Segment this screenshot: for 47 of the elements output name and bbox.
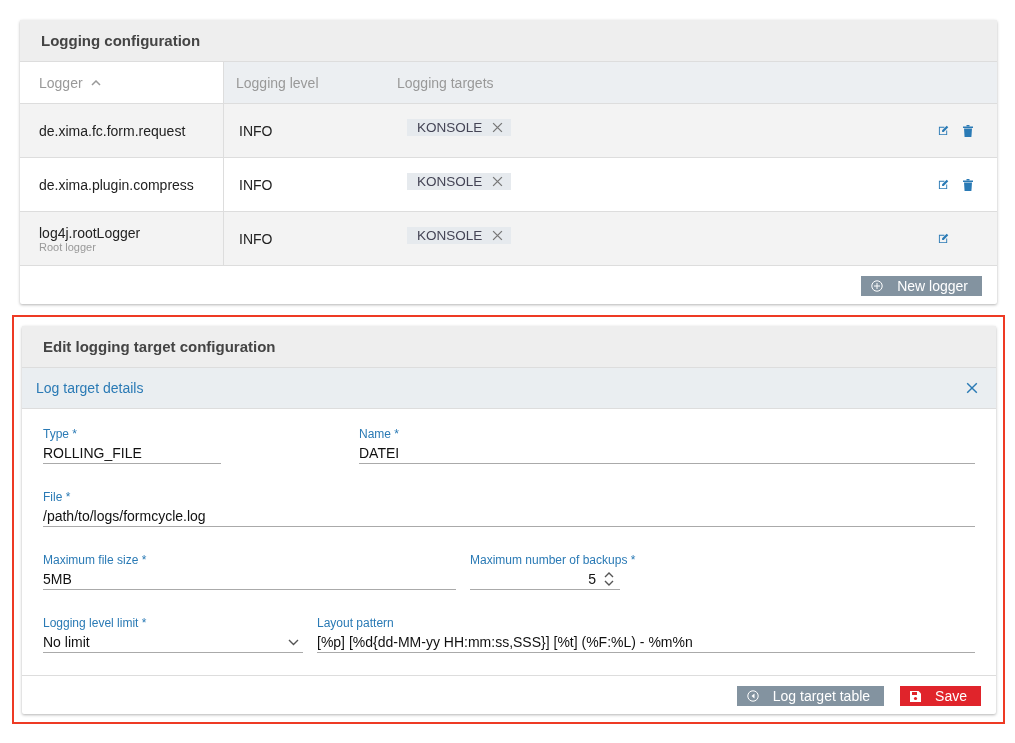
target-chip: KONSOLE <box>407 119 512 136</box>
logging-level: INFO <box>238 176 274 193</box>
field-label: Type * <box>43 427 78 441</box>
plus-circle-icon <box>871 280 884 292</box>
delete-button[interactable] <box>963 124 973 137</box>
remove-icon <box>492 230 504 241</box>
logging-level: INFO <box>238 230 274 247</box>
edit-icon <box>938 178 949 190</box>
remove-icon <box>492 122 504 133</box>
select-field[interactable]: No limit <box>43 632 303 653</box>
edit-button[interactable] <box>938 233 949 244</box>
input-field[interactable]: /path/to/logs/formcycle.log <box>43 506 975 527</box>
delete-button[interactable] <box>963 178 973 191</box>
back-circle-icon <box>746 690 759 702</box>
edit-button[interactable] <box>938 178 949 191</box>
remove-icon <box>492 176 504 187</box>
section-title: Log target details <box>36 380 144 396</box>
target-chip: KONSOLE <box>407 227 512 244</box>
spinner-icon[interactable] <box>604 571 614 587</box>
input-field[interactable]: DATEI <box>359 443 975 464</box>
input-field[interactable]: 5MB <box>43 569 456 590</box>
close-button[interactable] <box>966 382 978 394</box>
field-label: File * <box>43 490 71 504</box>
input-field[interactable]: 5 <box>470 569 620 590</box>
panel-title: Logging configuration <box>20 20 997 62</box>
save-button[interactable]: Save <box>900 686 981 706</box>
trash-icon <box>963 178 973 191</box>
logger-name: de.xima.fc.form.request <box>39 122 187 139</box>
field-label: Maximum file size * <box>43 553 147 567</box>
field-label: Maximum number of backups * <box>470 553 636 567</box>
chevron-down-icon <box>288 638 299 646</box>
panel-title: Edit logging target configuration <box>22 326 996 368</box>
input-field[interactable]: [%p] [%d{dd-MM-yy HH:mm:ss,SSS}] [%t] (%F:%L) - %m%n <box>317 632 975 653</box>
input-field[interactable]: ROLLING_FILE <box>43 443 221 464</box>
field-label: Logging level limit * <box>43 616 147 630</box>
field-label: Layout pattern <box>317 616 394 630</box>
edit-icon <box>938 124 949 136</box>
target-chip: KONSOLE <box>407 173 512 190</box>
trash-icon <box>963 124 973 137</box>
logger-name: de.xima.plugin.compress <box>39 176 195 193</box>
edit-button[interactable] <box>938 124 949 137</box>
logging-level: INFO <box>238 122 274 139</box>
logger-name: log4j.rootLogger <box>39 224 142 241</box>
edit-icon <box>938 233 949 244</box>
logger-subtitle: Root logger <box>39 240 96 253</box>
sort-ascending-icon <box>90 79 101 86</box>
field-label: Name * <box>359 427 399 441</box>
